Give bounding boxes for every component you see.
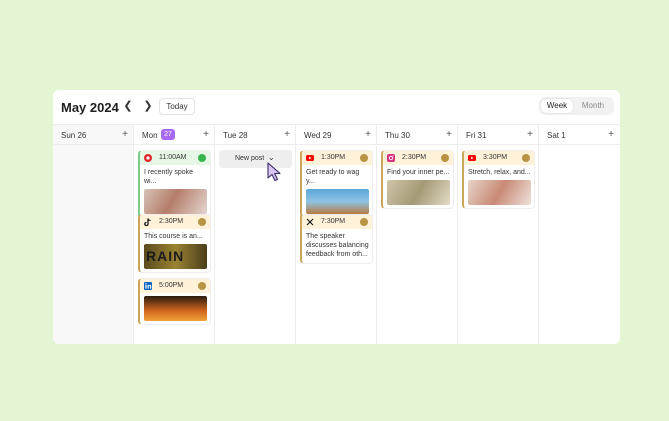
week-grid: Sun 26 + Mon 27 + 11:00AM I recently spo… xyxy=(53,124,620,344)
post-card[interactable]: 1:30PM Get ready to wag y... xyxy=(300,150,373,218)
tiktok-icon xyxy=(144,218,151,226)
youtube-icon xyxy=(306,155,314,161)
published-status-icon xyxy=(198,154,206,162)
new-post-label: New post xyxy=(235,155,265,162)
day-column-thu[interactable]: Thu 30 + 2:30PM Find your inner pe... xyxy=(377,124,458,344)
month-title: May 2024 xyxy=(61,100,119,115)
post-time: 5:00PM xyxy=(159,282,184,289)
post-caption: Get ready to wag y... xyxy=(306,169,360,185)
add-post-button[interactable]: + xyxy=(446,129,452,141)
post-thumbnail xyxy=(468,180,531,205)
day-header: Sat 1 + xyxy=(539,125,620,145)
day-column-wed[interactable]: Wed 29 + 1:30PM Get ready to wag y... 7:… xyxy=(296,124,377,344)
post-thumbnail xyxy=(144,296,207,321)
x-icon xyxy=(306,218,314,226)
post-caption: Find your inner pe... xyxy=(387,169,450,176)
post-time: 2:30PM xyxy=(402,154,427,161)
day-column-mon[interactable]: Mon 27 + 11:00AM I recently spoke wi... … xyxy=(134,124,215,344)
scheduled-status-icon xyxy=(441,154,449,162)
post-thumbnail: RAIN xyxy=(144,244,207,269)
week-view-button[interactable]: Week xyxy=(541,99,573,113)
post-card[interactable]: 2:30PM This course is an... RAIN xyxy=(138,214,211,273)
post-card[interactable]: 2:30PM Find your inner pe... xyxy=(381,150,454,209)
today-date-badge: 27 xyxy=(161,129,175,140)
chevron-down-icon: ⌄ xyxy=(268,153,275,162)
day-header: Wed 29 + xyxy=(296,125,377,145)
post-time: 1:30PM xyxy=(321,154,346,161)
scheduled-status-icon xyxy=(198,282,206,290)
add-post-button[interactable]: + xyxy=(284,129,290,141)
post-time: 11:00AM xyxy=(159,154,187,161)
thumbnail-text: RAIN xyxy=(146,248,185,264)
add-post-button[interactable]: + xyxy=(203,129,209,141)
day-column-fri[interactable]: Fri 31 + 3:30PM Stretch, relax, and... xyxy=(458,124,539,344)
post-time: 2:30PM xyxy=(159,218,184,225)
day-label: Mon xyxy=(142,131,158,140)
add-post-button[interactable]: + xyxy=(122,129,128,141)
post-thumbnail xyxy=(306,189,369,214)
day-header: Fri 31 + xyxy=(458,125,539,145)
view-toggle: Week Month xyxy=(539,97,614,115)
post-thumbnail xyxy=(387,180,450,205)
calendar-toolbar: May 2024 ❮ ❯ Today Week Month xyxy=(53,90,620,124)
day-header: Tue 28 + xyxy=(215,125,296,145)
linkedin-icon xyxy=(144,282,152,290)
day-label: Wed 29 xyxy=(304,131,332,140)
add-post-button[interactable]: + xyxy=(365,129,371,141)
day-label: Fri 31 xyxy=(466,131,487,140)
instagram-icon xyxy=(387,154,395,162)
post-card[interactable]: 3:30PM Stretch, relax, and... xyxy=(462,150,535,209)
youtube-icon xyxy=(468,155,476,161)
day-label: Tue 28 xyxy=(223,131,248,140)
post-caption: I recently spoke wi... xyxy=(144,169,194,185)
add-post-button[interactable]: + xyxy=(608,129,614,141)
chevron-right-icon[interactable]: ❯ xyxy=(141,99,155,113)
post-time: 3:30PM xyxy=(483,154,508,161)
post-caption: This course is an... xyxy=(144,233,203,240)
day-label: Thu 30 xyxy=(385,131,410,140)
mouse-pointer-icon xyxy=(267,162,281,182)
pinterest-icon xyxy=(144,154,152,162)
post-caption: The speaker discusses balancing feedback… xyxy=(306,233,369,258)
scheduled-status-icon xyxy=(360,154,368,162)
day-column-tue[interactable]: Tue 28 + New post ⌄ xyxy=(215,124,296,344)
day-column-sat[interactable]: Sat 1 + xyxy=(539,124,620,344)
add-post-button[interactable]: + xyxy=(527,129,533,141)
post-card[interactable]: 11:00AM I recently spoke wi... xyxy=(138,150,211,218)
day-header: Thu 30 + xyxy=(377,125,458,145)
day-label: Sat 1 xyxy=(547,131,566,140)
post-caption: Stretch, relax, and... xyxy=(468,169,531,176)
today-button[interactable]: Today xyxy=(159,98,195,115)
post-card[interactable]: 5:00PM xyxy=(138,278,211,325)
month-view-button[interactable]: Month xyxy=(576,99,610,113)
post-thumbnail xyxy=(144,189,207,214)
scheduled-status-icon xyxy=(198,218,206,226)
day-header: Mon 27 + xyxy=(134,125,215,145)
day-label: Sun 26 xyxy=(61,131,87,140)
day-column-sun[interactable]: Sun 26 + xyxy=(53,124,134,344)
scheduled-status-icon xyxy=(360,218,368,226)
chevron-left-icon[interactable]: ❮ xyxy=(121,99,135,113)
post-card[interactable]: 7:30PM The speaker discusses balancing f… xyxy=(300,214,373,264)
day-header: Sun 26 + xyxy=(53,125,134,145)
calendar-panel: May 2024 ❮ ❯ Today Week Month Sun 26 + M… xyxy=(53,90,620,344)
post-time: 7:30PM xyxy=(321,218,346,225)
scheduled-status-icon xyxy=(522,154,530,162)
